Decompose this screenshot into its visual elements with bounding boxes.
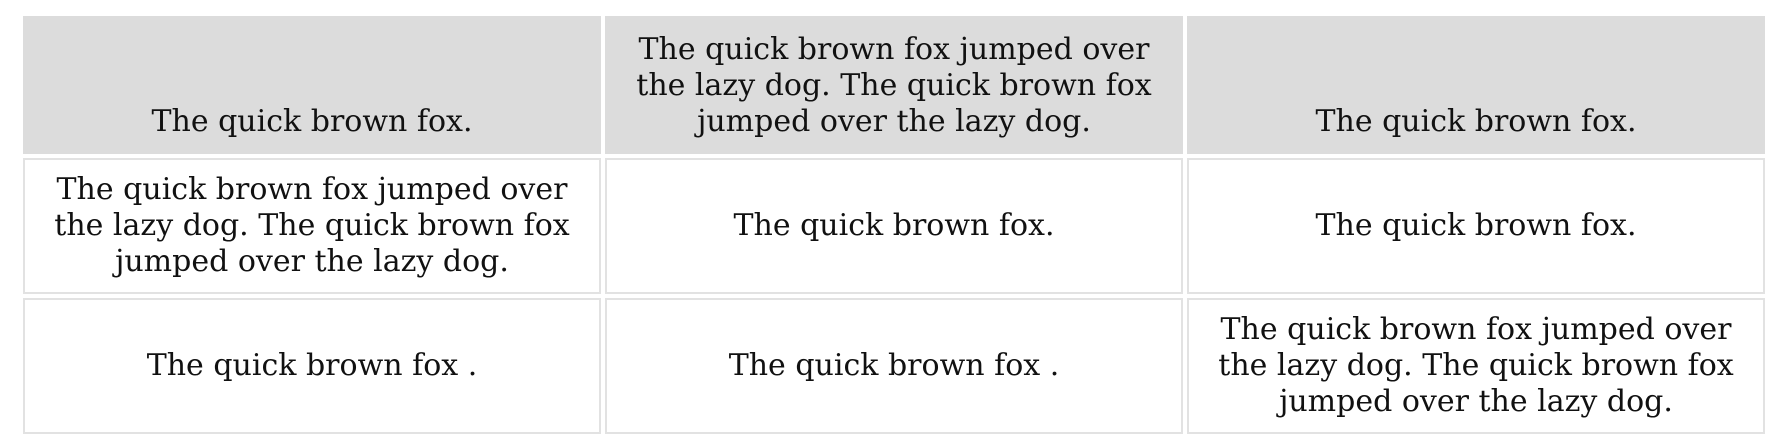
text-table: The quick brown fox. The quick brown fox… xyxy=(19,12,1769,438)
table-cell-r3-c3: The quick brown fox jumped over the lazy… xyxy=(1187,298,1765,434)
table-cell-r1-c3: The quick brown fox. xyxy=(1187,16,1765,154)
table-cell-r3-c2: The quick brown fox . xyxy=(605,298,1183,434)
table-cell-r1-c1: The quick brown fox. xyxy=(23,16,601,154)
table-row-3: The quick brown fox . The quick brown fo… xyxy=(23,298,1765,434)
table-row-2: The quick brown fox jumped over the lazy… xyxy=(23,158,1765,294)
table-cell-r1-c2: The quick brown fox jumped over the lazy… xyxy=(605,16,1183,154)
table-cell-r3-c1: The quick brown fox . xyxy=(23,298,601,434)
table-container: The quick brown fox. The quick brown fox… xyxy=(23,16,1765,434)
table-cell-r2-c1: The quick brown fox jumped over the lazy… xyxy=(23,158,601,294)
table-row-1: The quick brown fox. The quick brown fox… xyxy=(23,16,1765,154)
table-cell-r2-c3: The quick brown fox. xyxy=(1187,158,1765,294)
table-cell-r2-c2: The quick brown fox. xyxy=(605,158,1183,294)
